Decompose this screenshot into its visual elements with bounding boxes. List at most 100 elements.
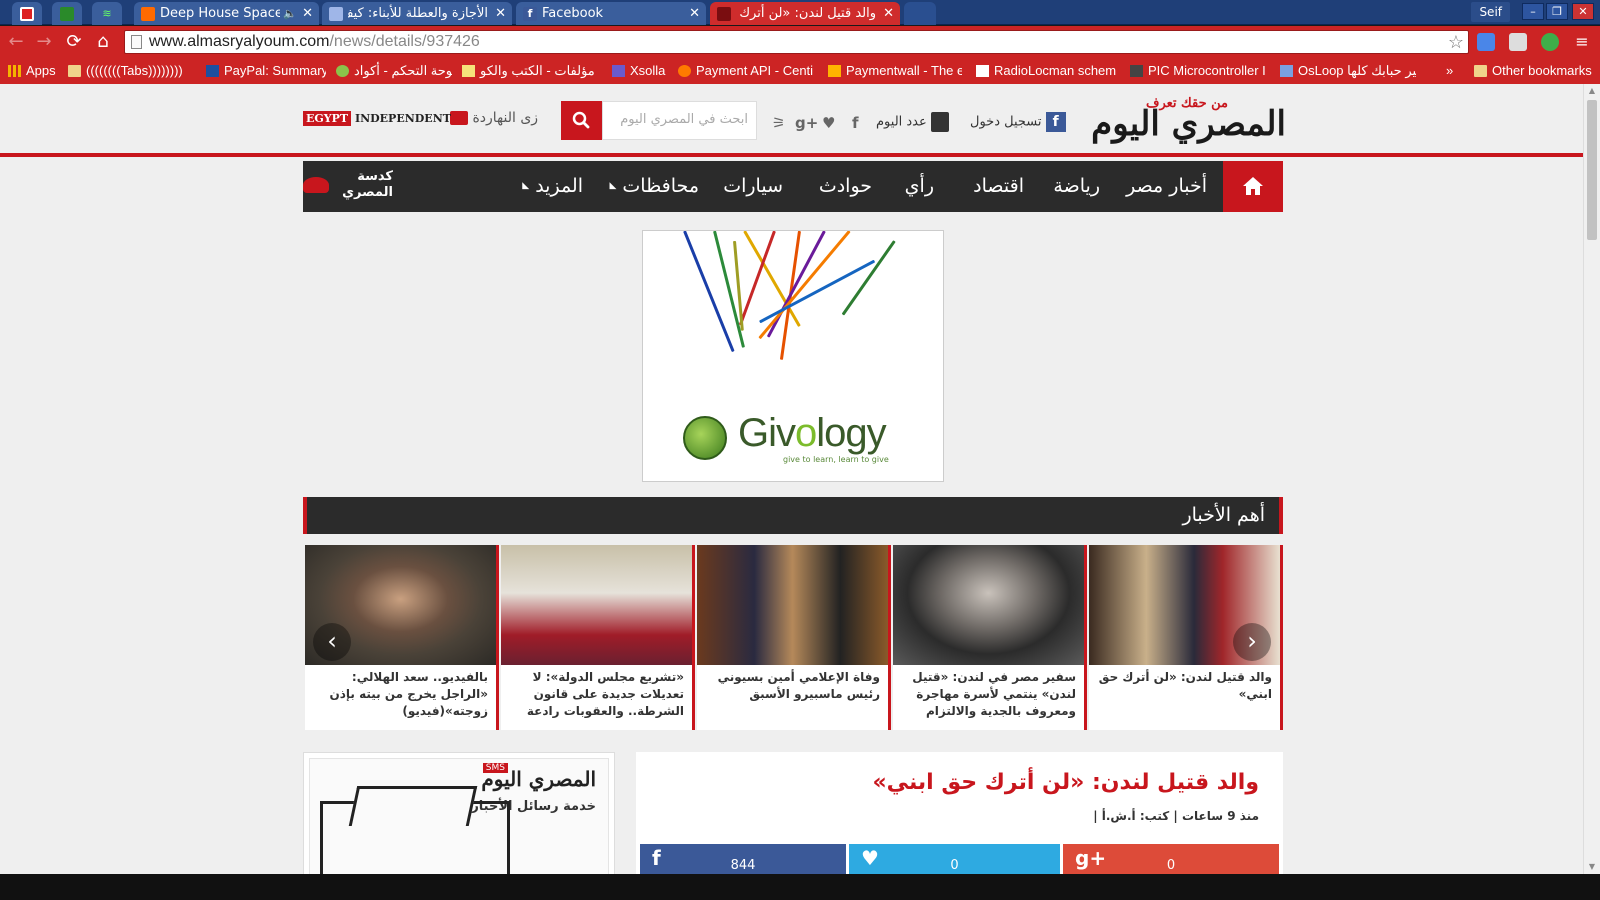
nav-label: المزيد [535, 175, 583, 197]
news-thumbnail [893, 545, 1084, 665]
facebook-icon[interactable]: f [852, 114, 859, 132]
news-card[interactable]: سفير مصر في لندن: «قتيل لندن» ينتمي لأسر… [893, 545, 1087, 730]
search-input[interactable]: ابحث في المصري اليوم [602, 101, 757, 140]
page-scrollbar[interactable]: ▲ ▼ [1583, 84, 1600, 874]
other-bookmarks[interactable]: Other bookmarks [1474, 58, 1600, 84]
advertisement-banner[interactable]: Givology give to learn, learn to give [642, 230, 944, 482]
carousel-next-button[interactable]: › [1233, 623, 1271, 661]
globe-extension-icon[interactable] [1541, 33, 1559, 51]
facebook-share-button[interactable]: f 844 [640, 844, 846, 874]
bookmark-pic[interactable]: PIC Microcontroller I [1130, 58, 1270, 84]
pic-icon [1130, 65, 1143, 77]
main-navigation: أخبار مصر رياضة اقتصاد رأي حوادث سيارات … [303, 161, 1283, 212]
nav-item-opinion[interactable]: رأي [905, 161, 934, 212]
tab-title: والد قتيل لندن: «لن أترك [739, 6, 876, 21]
bookmark-osloop[interactable]: OsLoop بغير حبابك كلها [1280, 58, 1416, 84]
close-icon[interactable]: ✕ [883, 2, 894, 25]
close-icon[interactable]: ✕ [495, 2, 506, 25]
close-icon[interactable]: ✕ [302, 2, 313, 25]
ad-brand-highlight: o [795, 411, 817, 455]
minimize-button[interactable]: – [1522, 3, 1544, 20]
news-caption: بالفيديو.. سعد الهلالي: «الراجل يخرج من … [329, 670, 488, 718]
egypt-independent-link[interactable]: EGYPT INDEPENDENT [303, 111, 451, 126]
google-plus-share-button[interactable]: g+ 0 [1063, 844, 1279, 874]
news-card[interactable]: «تشريع مجلس الدولة»: لا تعديلات جديدة عل… [501, 545, 695, 730]
rss-icon[interactable]: ⚞ [772, 114, 785, 132]
bookmarks-overflow[interactable]: » [1446, 58, 1462, 84]
new-tab-button[interactable] [904, 2, 936, 25]
carousel-prev-button[interactable]: ‹ [313, 623, 351, 661]
back-button[interactable]: ← [4, 30, 28, 54]
profile-name[interactable]: Seif [1471, 2, 1510, 22]
nav-item-economy[interactable]: اقتصاد [973, 161, 1024, 212]
browser-tab[interactable]: الأجازة والعطلة للأبناء: كيف ✕ [322, 2, 512, 25]
browser-tab[interactable]: Deep House Space 78 🔈 ✕ [134, 2, 319, 25]
reload-button[interactable]: ⟳ [62, 30, 86, 54]
scroll-down-arrow-icon[interactable]: ▼ [1584, 860, 1600, 874]
todays-issue-link[interactable]: عدد اليوم [876, 112, 949, 132]
google-plus-icon[interactable]: g+ [795, 114, 818, 132]
bookmark-folder[interactable]: ((((((((Tabs)))))))) [68, 58, 198, 84]
paypal-icon [206, 65, 219, 77]
bookmark-apps[interactable]: Apps [8, 58, 63, 84]
bookmark-books[interactable]: مؤلفات - الكتب والكو [462, 58, 600, 84]
kadasa-icon [303, 177, 329, 193]
nav-item-accidents[interactable]: حوادث [819, 161, 872, 212]
address-bar[interactable]: www.almasryalyoum.com/news/details/93742… [124, 30, 1469, 54]
bookmark-site[interactable]: لوحة التحكم - أكواد [336, 58, 452, 84]
nav-item-cars[interactable]: سيارات [723, 161, 783, 212]
share-count: 844 [730, 858, 756, 873]
bookmark-radiolocman[interactable]: RadioLocman schem [976, 58, 1116, 84]
zi-elnaharda-link[interactable]: زى النهاردة [446, 110, 538, 126]
forward-button[interactable]: → [32, 30, 56, 54]
browser-tab[interactable]: f Facebook ✕ [516, 2, 706, 25]
url-host: www.almasryalyoum.com [149, 33, 330, 50]
home-icon[interactable]: ⌂ [91, 30, 115, 54]
ad-brand: Givology [738, 411, 887, 456]
site-favicon-icon [60, 7, 74, 21]
scroll-up-arrow-icon[interactable]: ▲ [1584, 84, 1600, 98]
bookmark-paypal[interactable]: PayPal: Summary [206, 58, 326, 84]
twitter-icon[interactable]: ♥ [822, 114, 835, 132]
browser-tab-active[interactable]: والد قتيل لندن: «لن أترك ✕ [710, 2, 900, 25]
page-viewport: من حقك تعرف المصري اليوم f تسجيل دخول عد… [0, 84, 1583, 874]
pinned-tab-2[interactable] [52, 2, 82, 25]
tab-favicon-icon [329, 7, 343, 21]
site-logo[interactable]: من حقك تعرف المصري اليوم [1086, 96, 1287, 144]
bookmark-label: مؤلفات - الكتب والكو [480, 63, 595, 78]
restore-button[interactable]: ❐ [1546, 3, 1568, 20]
nav-item-egypt-news[interactable]: أخبار مصر [1126, 161, 1207, 212]
url-path: /news/details/937426 [329, 33, 480, 50]
bookmark-label: Xsolla [630, 63, 666, 78]
nav-item-sports[interactable]: رياضة [1053, 161, 1100, 212]
search-icon [572, 111, 590, 129]
kadasa-link[interactable]: كدسة المصري [303, 169, 393, 205]
egypt-label: EGYPT [303, 111, 352, 126]
close-icon[interactable]: ✕ [689, 2, 700, 25]
bookmark-label: PIC Microcontroller I [1148, 63, 1266, 78]
login-link[interactable]: f تسجيل دخول [970, 112, 1066, 132]
chat-icon [450, 111, 468, 125]
bookmark-star-icon[interactable]: ☆ [1448, 31, 1464, 53]
browser-toolbar: ← → ⟳ ⌂ www.almasryalyoum.com/news/detai… [0, 26, 1600, 58]
bookmark-centili[interactable]: Payment API - Centi [678, 58, 818, 84]
extension-icon[interactable] [1509, 33, 1527, 51]
search-button[interactable] [561, 101, 602, 140]
nav-item-governorates[interactable]: محافظات ◣ [609, 161, 699, 212]
window-close-button[interactable]: ✕ [1572, 3, 1594, 20]
bookmark-paymentwall[interactable]: Paymentwall - The e [828, 58, 962, 84]
nav-item-more[interactable]: المزيد ◣ [522, 161, 583, 212]
scroll-thumb[interactable] [1587, 100, 1597, 240]
pinned-tab-1[interactable] [12, 2, 42, 25]
news-card[interactable]: وفاة الإعلامي أمين بسيوني رئيس ماسبيرو ا… [697, 545, 891, 730]
pinned-tab-3[interactable]: ≋ [92, 2, 122, 25]
translate-extension-icon[interactable] [1477, 33, 1495, 51]
nav-home-button[interactable] [1223, 161, 1283, 212]
tab-title: Deep House Space 78 [160, 6, 280, 21]
speaker-icon[interactable]: 🔈 [283, 2, 297, 25]
menu-icon[interactable]: ≡ [1570, 30, 1594, 54]
bookmark-label: Paymentwall - The e [846, 63, 962, 78]
twitter-share-button[interactable]: ♥ 0 [849, 844, 1060, 874]
sms-service-banner[interactable]: SMS المصري اليوم خدمة رسائل الأخبار العا… [303, 752, 615, 874]
bookmark-xsolla[interactable]: Xsolla [612, 58, 676, 84]
